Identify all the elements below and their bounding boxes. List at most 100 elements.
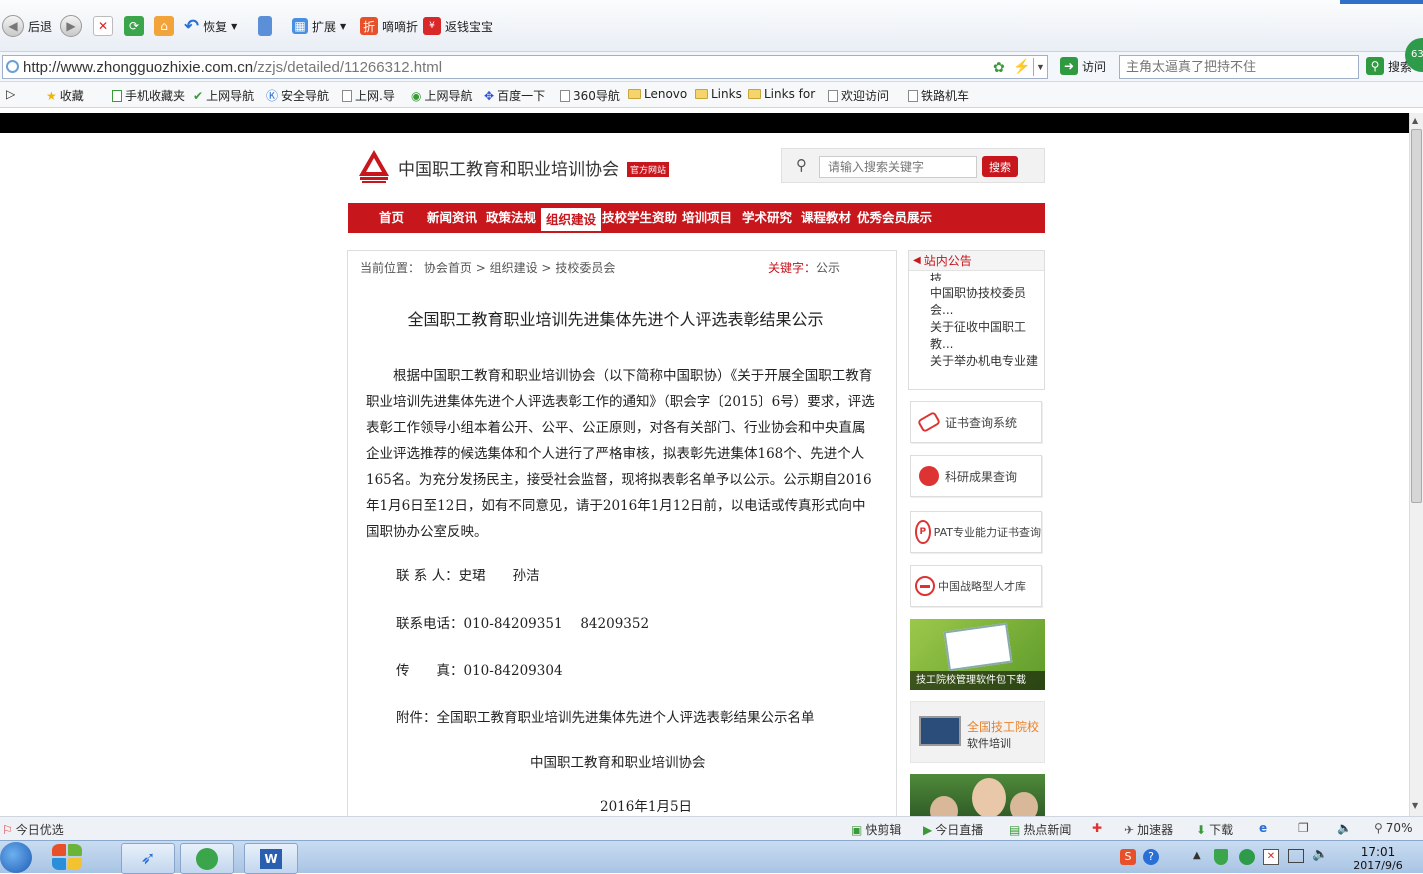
bookmark-item[interactable]: 欢迎访问 <box>828 87 889 104</box>
status-item-news[interactable]: ▤ 热点新闻 <box>1009 821 1071 838</box>
medical-icon[interactable]: ✚ <box>1092 821 1102 835</box>
tray-expand-icon[interactable]: ▲ <box>1193 850 1201 861</box>
status-item-live[interactable]: ▶ 今日直播 <box>923 821 983 838</box>
article-panel: 当前位置： 协会首页 > 组织建设 > 技校委员会 关键字：公示 全国职工教育职… <box>347 250 897 816</box>
start-button[interactable] <box>0 842 32 873</box>
help-icon[interactable]: ? <box>1143 849 1159 865</box>
nav-item-news[interactable]: 新闻资讯 <box>427 203 477 233</box>
nav-item-members[interactable]: 优秀会员展示 <box>857 203 932 233</box>
breadcrumb-link[interactable]: 组织建设 <box>490 261 538 275</box>
input-method-icon[interactable]: S <box>1120 849 1136 865</box>
keyword-line: 关键字：公示 <box>768 261 841 275</box>
logo-icon <box>358 150 390 184</box>
nav-item-organization[interactable]: 组织建设 <box>541 205 602 231</box>
research-query-button[interactable]: 科研成果查询 <box>910 455 1042 497</box>
status-item-download[interactable]: ⬇ 下载 <box>1196 821 1233 838</box>
today-picks[interactable]: ⚐ 今日优选 <box>2 821 64 838</box>
bookmark-item[interactable]: ✥ 百度一下 <box>484 87 545 104</box>
bookmark-item[interactable]: 上网.导 <box>342 87 395 104</box>
scroll-thumb[interactable] <box>1411 129 1422 503</box>
site-search-input[interactable] <box>819 156 977 178</box>
status-item-accelerator[interactable]: ✈ 加速器 <box>1124 821 1173 838</box>
nav-item-policy[interactable]: 政策法规 <box>486 203 536 233</box>
extend-button[interactable]: ▦ 扩展 ▼ <box>292 14 346 38</box>
windows-taskbar: ➶ W S ? ▲ ✕ 🔈 17:01 2017/9/6 <box>0 840 1423 874</box>
ie-icon[interactable]: e <box>1259 821 1267 835</box>
network-icon[interactable] <box>1288 849 1304 863</box>
windows-logo-icon[interactable] <box>52 844 84 871</box>
deal1-button[interactable]: 折 嘀嘀折 <box>360 14 418 38</box>
pat-query-button[interactable]: P PAT专业能力证书查询 <box>910 511 1042 553</box>
url-field[interactable]: http://www.zhongguozhixie.com.cn/zzjs/de… <box>2 55 1048 79</box>
certificate-query-button[interactable]: 证书查询系统 <box>910 401 1042 443</box>
notice-item[interactable]: 关于举办机电专业建 <box>930 353 1040 383</box>
bookmarks-toggle-icon[interactable]: ▷ <box>6 87 15 101</box>
task-app-word[interactable]: W <box>244 843 298 874</box>
grid-icon: ▦ <box>292 18 308 34</box>
clock[interactable]: 17:01 2017/9/6 <box>1348 845 1408 872</box>
bookmark-folder[interactable]: Links <box>695 87 742 101</box>
mobile-button[interactable] <box>258 14 272 38</box>
security-tray-icon[interactable] <box>1239 849 1255 865</box>
bookmark-item[interactable]: ✔ 上网导航 <box>193 87 254 104</box>
breadcrumb-link[interactable]: 协会首页 <box>424 261 472 275</box>
url-dropdown-icon[interactable]: ▼ <box>1033 58 1047 76</box>
bookmark-item[interactable]: ◉ 上网导航 <box>411 87 473 104</box>
nav-item-training[interactable]: 培训项目 <box>682 203 732 233</box>
software-training-banner[interactable]: 全国技工院校 软件培训 <box>910 701 1045 763</box>
site-search-button[interactable]: 搜索 <box>982 156 1018 177</box>
task-app-browser[interactable] <box>180 843 234 874</box>
shield-icon[interactable] <box>1214 849 1228 865</box>
notice-item[interactable]: 技... <box>930 271 1040 281</box>
bookmark-item[interactable]: Ⓚ 安全导航 <box>266 87 329 104</box>
flag-icon[interactable]: ✕ <box>1263 849 1279 865</box>
breadcrumb-link[interactable]: 技校委员会 <box>555 261 615 275</box>
play-icon: ▶ <box>923 822 933 837</box>
zoom-control[interactable]: ⚲ 70% <box>1374 821 1412 835</box>
browser-search-input[interactable] <box>1119 55 1359 79</box>
bookmark-folder[interactable]: Lenovo <box>628 87 687 101</box>
page-icon <box>908 89 918 102</box>
nav-item-research[interactable]: 学术研究 <box>742 203 792 233</box>
nav-item-home[interactable]: 首页 <box>379 203 404 233</box>
nav-item-funding[interactable]: 技校学生资助 <box>602 203 677 233</box>
scroll-up-icon[interactable]: ▲ <box>1412 116 1418 125</box>
go-button[interactable]: ➜ 访问 <box>1060 57 1106 75</box>
stop-button[interactable]: ✕ <box>93 14 113 38</box>
notice-item[interactable]: 中国职协技校委员会... <box>930 285 1040 319</box>
scroll-down-icon[interactable]: ▼ <box>1412 801 1418 810</box>
bookmark-item[interactable]: 手机收藏夹 <box>112 87 185 104</box>
bookmark-favorites[interactable]: ★ 收藏 <box>46 87 84 104</box>
sound-icon[interactable]: 🔈 <box>1337 821 1352 835</box>
browser-toolbar: ◀ 后退 ▶ ✕ ⟳ ⌂ ↶ 恢复 ▼ ▦ 扩展 ▼ 折 嘀嘀折 ¥ 返钱宝宝 <box>0 0 1423 52</box>
status-item-clip[interactable]: ▣ 快剪辑 <box>851 821 901 838</box>
forward-button[interactable]: ▶ <box>60 14 82 38</box>
chevron-down-icon: ▼ <box>231 21 238 31</box>
bookmark-folder[interactable]: Links for <box>748 87 815 101</box>
secure-icon: ✿ <box>993 59 1005 75</box>
home-button[interactable]: ⌂ <box>154 14 174 38</box>
zoom-icon: ⚲ <box>1374 821 1383 835</box>
site-logo[interactable]: 中国职工教育和职业培训协会 官方网站 <box>358 150 670 184</box>
deal2-button[interactable]: ¥ 返钱宝宝 <box>423 14 493 38</box>
close-icon: ✕ <box>93 16 113 36</box>
task-app-bird[interactable]: ➶ <box>121 843 175 874</box>
students-photo[interactable] <box>910 774 1045 816</box>
bookmark-item[interactable]: 360导航 <box>560 87 620 104</box>
volume-icon[interactable]: 🔈 <box>1312 847 1328 862</box>
refresh-button[interactable]: ⟳ <box>124 14 144 38</box>
restore-button[interactable]: ↶ 恢复 ▼ <box>184 14 237 38</box>
notice-item[interactable]: 关于征收中国职工教... <box>930 319 1040 353</box>
k-icon: Ⓚ <box>266 89 279 103</box>
keyword-link[interactable]: 公示 <box>816 261 840 275</box>
window-icon[interactable]: ❐ <box>1298 821 1309 835</box>
undo-icon: ↶ <box>184 15 200 37</box>
vertical-scrollbar[interactable]: ▲ ▼ <box>1409 113 1423 816</box>
attachment-link[interactable]: 附件：全国职工教育职业培训先进集体先进个人评选表彰结果公示名单 <box>396 706 815 726</box>
bookmark-item[interactable]: 铁路机车 <box>908 87 969 104</box>
nav-item-courses[interactable]: 课程教材 <box>801 203 851 233</box>
talent-database-button[interactable]: 中国战略型人才库 <box>910 565 1042 607</box>
article-date: 2016年1月5日 <box>600 799 693 815</box>
back-button[interactable]: ◀ 后退 <box>2 14 52 38</box>
software-download-banner[interactable]: 技工院校管理软件包下载 <box>910 619 1045 690</box>
